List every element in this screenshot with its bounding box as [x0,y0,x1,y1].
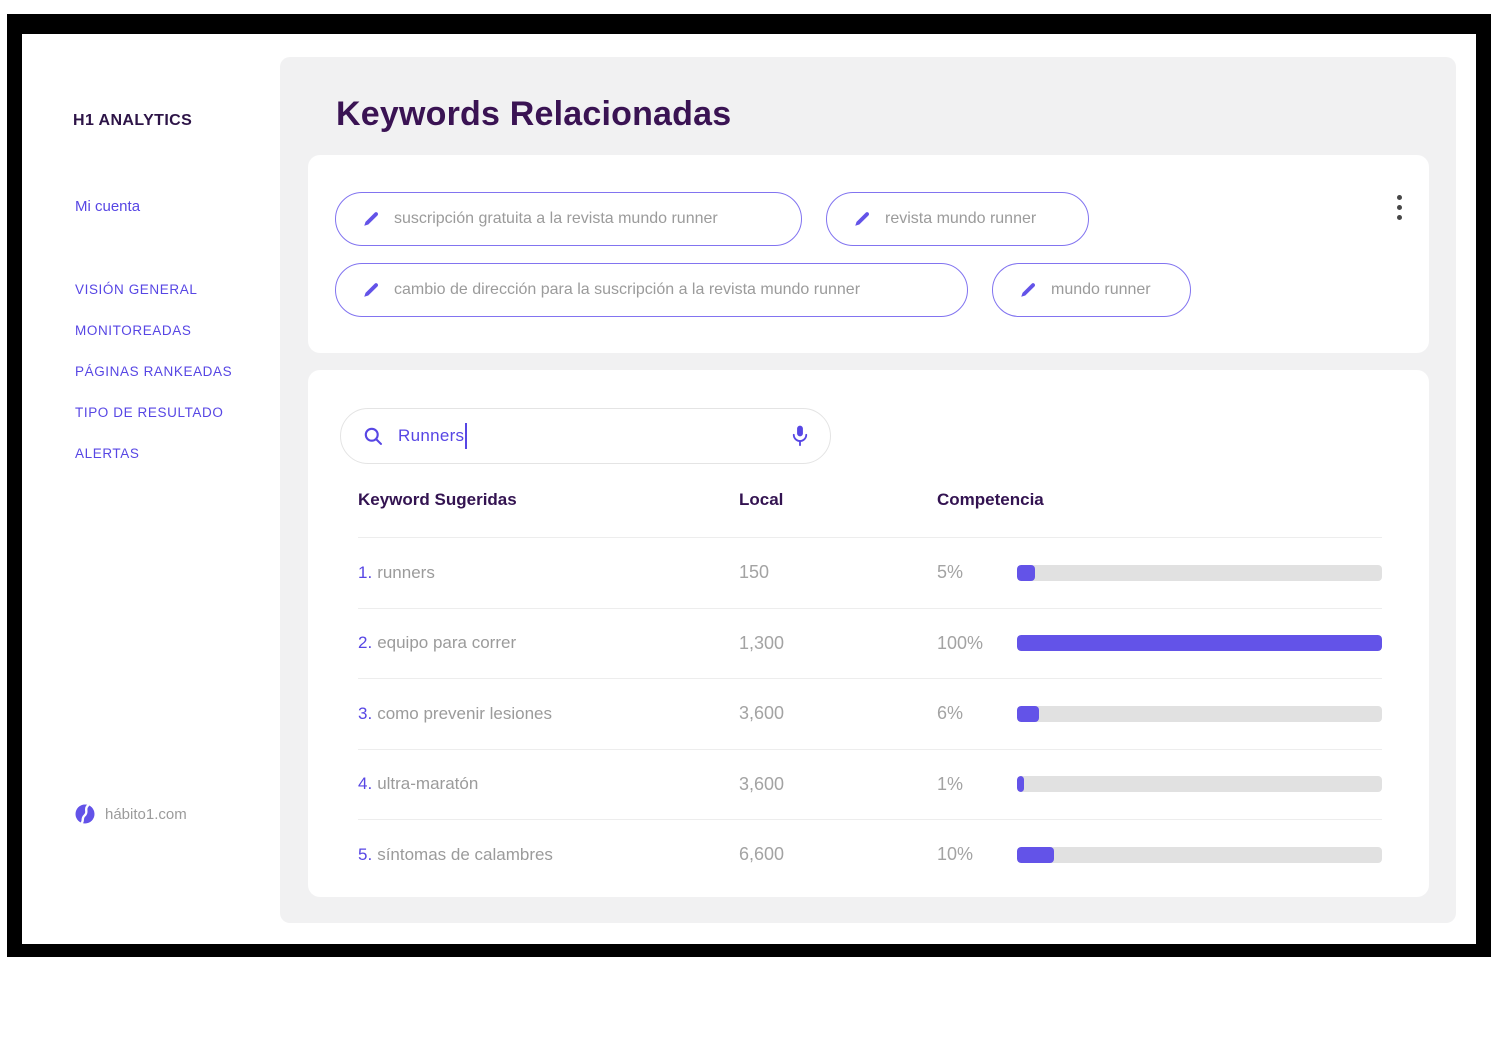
row-rank: 1. [358,563,372,582]
row-keyword[interactable]: como prevenir lesiones [377,704,552,723]
competencia-bar [1017,847,1382,863]
keyword-chip-label: suscripción gratuita a la revista mundo … [394,210,718,228]
row-keyword[interactable]: equipo para correr [377,633,516,652]
text-cursor [465,423,467,449]
pencil-icon [362,210,380,228]
search-input[interactable]: Runners [340,408,831,464]
site-url: hábito1.com [105,806,187,823]
column-header-competencia: Competencia [937,490,1382,510]
page-title: Keywords Relacionadas [336,95,731,134]
row-competencia-pct: 1% [937,774,1017,795]
search-value: Runners [398,426,464,446]
row-competencia-pct: 5% [937,562,1017,583]
competencia-bar [1017,565,1382,581]
row-local-volume: 150 [739,562,937,583]
row-competencia-pct: 6% [937,703,1017,724]
row-keyword[interactable]: síntomas de calambres [377,845,553,864]
keyword-chip[interactable]: suscripción gratuita a la revista mundo … [335,192,802,246]
row-rank: 5. [358,845,372,864]
main-panel: Keywords Relacionadas suscripción gratui… [280,57,1456,923]
globe-icon [75,804,95,824]
keyword-chips-card: suscripción gratuita a la revista mundo … [308,155,1429,353]
column-header-local: Local [739,490,937,510]
column-header-keyword: Keyword Sugeridas [358,490,739,510]
row-local-volume: 3,600 [739,703,937,724]
row-rank: 3. [358,704,372,723]
row-competencia-pct: 100% [937,633,1017,654]
row-keyword[interactable]: runners [377,563,435,582]
row-local-volume: 3,600 [739,774,937,795]
keyword-chip-label: cambio de dirección para la suscripción … [394,281,860,299]
sidebar-nav: VISIÓN GENERAL MONITOREADAS PÁGINAS RANK… [75,283,232,461]
row-rank: 2. [358,633,372,652]
microphone-icon[interactable] [790,424,810,448]
keyword-chip[interactable]: cambio de dirección para la suscripción … [335,263,968,317]
search-icon[interactable] [363,426,384,447]
sidebar-item-mi-cuenta[interactable]: Mi cuenta [75,198,140,215]
keyword-chip[interactable]: revista mundo runner [826,192,1089,246]
site-link[interactable]: hábito1.com [75,804,187,824]
sidebar-item-alertas[interactable]: ALERTAS [75,447,232,461]
table-row[interactable]: 4. ultra-maratón 3,600 1% [358,749,1382,820]
competencia-bar [1017,776,1382,792]
suggestions-card: Runners Keyword Sugeridas Local Competen… [308,370,1429,897]
keyword-chip-label: revista mundo runner [885,210,1036,228]
table-row[interactable]: 2. equipo para correr 1,300 100% [358,608,1382,679]
table-row[interactable]: 1. runners 150 5% [358,537,1382,608]
competencia-bar [1017,635,1382,651]
pencil-icon [362,281,380,299]
sidebar-item-monitoreadas[interactable]: MONITOREADAS [75,324,232,338]
row-rank: 4. [358,774,372,793]
competencia-bar [1017,706,1382,722]
app-window: H1 ANALYTICS Mi cuenta VISIÓN GENERAL MO… [7,14,1491,957]
row-keyword[interactable]: ultra-maratón [377,774,478,793]
table-row[interactable]: 3. como prevenir lesiones 3,600 6% [358,678,1382,749]
app-screen: H1 ANALYTICS Mi cuenta VISIÓN GENERAL MO… [22,34,1476,944]
sidebar-item-tipo-de-resultado[interactable]: TIPO DE RESULTADO [75,406,232,420]
sidebar-item-paginas-rankeadas[interactable]: PÁGINAS RANKEADAS [75,365,232,379]
keyword-chip-label: mundo runner [1051,281,1151,299]
keyword-chip[interactable]: mundo runner [992,263,1191,317]
app-logo: H1 ANALYTICS [73,112,192,130]
sidebar-item-vision-general[interactable]: VISIÓN GENERAL [75,283,232,297]
table-header-row: Keyword Sugeridas Local Competencia [358,490,1382,510]
suggestions-table: 1. runners 150 5% 2. equipo para correr 1,… [358,537,1382,890]
pencil-icon [1019,281,1037,299]
row-local-volume: 6,600 [739,844,937,865]
row-local-volume: 1,300 [739,633,937,654]
row-competencia-pct: 10% [937,844,1017,865]
pencil-icon [853,210,871,228]
more-options-icon[interactable] [1393,193,1405,223]
table-row[interactable]: 5. síntomas de calambres 6,600 10% [358,819,1382,890]
